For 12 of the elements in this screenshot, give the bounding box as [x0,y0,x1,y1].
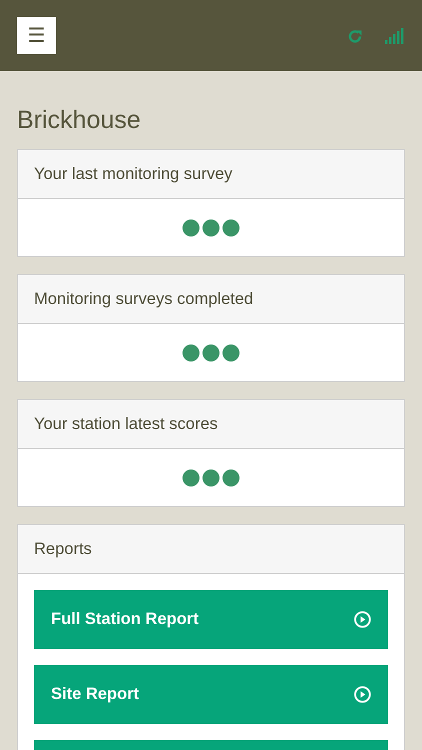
refresh-icon[interactable] [347,28,363,44]
card-title: Your last monitoring survey [34,164,232,185]
menu-button[interactable]: ☰ [17,17,56,54]
page-title: Brickhouse [17,105,142,135]
card-title: Reports [34,538,92,560]
card-title: Monitoring surveys completed [34,288,254,310]
play-icon [354,686,371,703]
report-button[interactable]: Full Station Report [34,590,388,649]
play-icon [354,611,371,628]
card-title: Your station latest scores [34,414,218,435]
signal-icon [385,28,405,44]
report-button[interactable]: Site Report [34,665,388,724]
